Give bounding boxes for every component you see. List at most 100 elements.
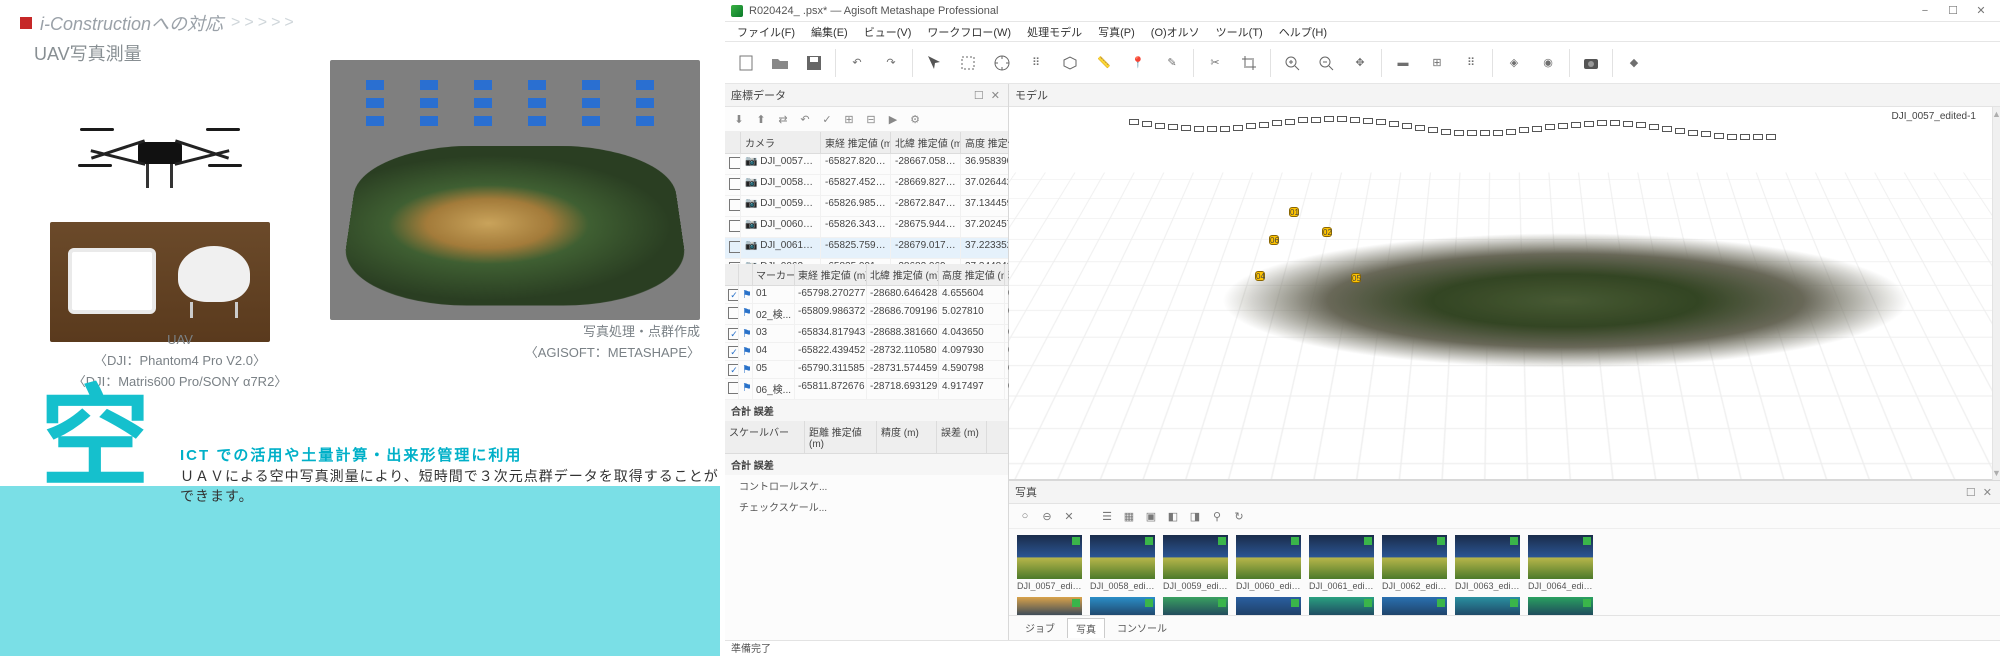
photos-disable-button[interactable]: ✕ xyxy=(1061,508,1077,524)
photos-popout-button[interactable]: ☐ xyxy=(1966,487,1978,499)
menu-ファイル(F)[interactable]: ファイル(F) xyxy=(731,22,801,42)
photos-filter-button[interactable]: ⚲ xyxy=(1209,508,1225,524)
photo-thumbnail[interactable]: DJI_0064_edited-1 xyxy=(1528,535,1593,591)
menu-ツール(T)[interactable]: ツール(T) xyxy=(1210,22,1269,42)
marker-row[interactable]: ⚑02_検...-65809.986372-28686.7091965.0278… xyxy=(725,304,1008,325)
photo-thumbnail[interactable]: DJI_0061_edited-1 xyxy=(1309,535,1374,591)
photo-thumbnail[interactable] xyxy=(1382,597,1447,615)
show-markers-button[interactable]: ◉ xyxy=(1533,48,1563,78)
photos-add-button[interactable]: ○ xyxy=(1017,508,1033,524)
photos-large-button[interactable]: ▣ xyxy=(1143,508,1159,524)
photo-thumbnail[interactable]: DJI_0060_edited-1 xyxy=(1236,535,1301,591)
photos-mask-button[interactable]: ◧ xyxy=(1165,508,1181,524)
tab-photos[interactable]: 写真 xyxy=(1067,618,1105,638)
menu-写真(P)[interactable]: 写真(P) xyxy=(1092,22,1141,42)
view-est-button[interactable]: ⊞ xyxy=(841,111,857,127)
export-ref-button[interactable]: ⬆ xyxy=(753,111,769,127)
convert-button[interactable]: ⇄ xyxy=(775,111,791,127)
pan-tool[interactable]: ✥ xyxy=(1345,48,1375,78)
save-button[interactable] xyxy=(799,48,829,78)
menu-(O)オルソ[interactable]: (O)オルソ xyxy=(1145,22,1206,42)
marker-tool[interactable]: 📍 xyxy=(1123,48,1153,78)
control-scale-row[interactable]: コントロールスケ... xyxy=(725,475,1008,496)
photo-thumbnail[interactable] xyxy=(1163,597,1228,615)
menu-ビュー(V)[interactable]: ビュー(V) xyxy=(858,22,918,42)
minimize-button[interactable]: − xyxy=(1912,3,1938,19)
photo-thumbnail[interactable] xyxy=(1090,597,1155,615)
view-wireframe-button[interactable]: ⊞ xyxy=(1422,48,1452,78)
photo-thumbnail[interactable] xyxy=(1309,597,1374,615)
photo-thumbnail[interactable]: DJI_0063_edited-1 xyxy=(1455,535,1520,591)
crop-tool[interactable] xyxy=(1234,48,1264,78)
marker-row[interactable]: ✓⚑03-65834.817943-28688.3816604.0436500.… xyxy=(725,325,1008,343)
viewport-scrollbar[interactable]: ▲▼ xyxy=(1992,107,2000,480)
photo-thumbnail[interactable]: DJI_0062_edited-1 xyxy=(1382,535,1447,591)
cut-tool[interactable]: ✂ xyxy=(1200,48,1230,78)
camera-row[interactable]: 📷 DJI_0057_edite...-65827.820127-28667.0… xyxy=(725,154,1008,175)
photos-remove-button[interactable]: ⊖ xyxy=(1039,508,1055,524)
navigation-tool[interactable] xyxy=(987,48,1017,78)
photo-thumbnail[interactable] xyxy=(1528,597,1593,615)
menu-ワークフロー(W)[interactable]: ワークフロー(W) xyxy=(921,22,1017,42)
tab-jobs[interactable]: ジョブ xyxy=(1017,618,1063,638)
redo-button[interactable]: ↷ xyxy=(876,48,906,78)
photo-thumbnail[interactable] xyxy=(1455,597,1520,615)
undo-button[interactable]: ↶ xyxy=(842,48,872,78)
marker-06[interactable]: 06 xyxy=(1269,235,1279,245)
ref-undo-button[interactable]: ↶ xyxy=(797,111,813,127)
photo-thumbnail[interactable]: DJI_0057_edited-1 xyxy=(1017,535,1082,591)
photos-close-button[interactable]: ✕ xyxy=(1983,487,1994,499)
close-button[interactable]: ✕ xyxy=(1968,3,1994,19)
camera-row[interactable]: 📷 DJI_0060_edite...-65826.343194-28675.9… xyxy=(725,217,1008,238)
ref-play-button[interactable]: ▶ xyxy=(885,111,901,127)
camera-row[interactable]: 📷 DJI_0059_edite...-65826.985010-28672.8… xyxy=(725,196,1008,217)
photos-reset-button[interactable]: ↻ xyxy=(1231,508,1247,524)
dense-cloud-tool[interactable]: ⠿ xyxy=(1021,48,1051,78)
camera-row[interactable]: 📷 DJI_0061_edite...-65825.759372-28679.0… xyxy=(725,238,1008,259)
photos-depth-button[interactable]: ◨ xyxy=(1187,508,1203,524)
marker-04[interactable]: 04 xyxy=(1255,271,1265,281)
import-ref-button[interactable]: ⬇ xyxy=(731,111,747,127)
view-solid-button[interactable]: ▬ xyxy=(1388,48,1418,78)
maximize-button[interactable]: ☐ xyxy=(1940,3,1966,19)
menu-処理モデル[interactable]: 処理モデル xyxy=(1021,22,1088,42)
marker-row[interactable]: ✓⚑05-65790.311585-28731.5744594.5907980.… xyxy=(725,361,1008,379)
photo-thumbnail[interactable] xyxy=(1017,597,1082,615)
tab-console[interactable]: コンソール xyxy=(1109,618,1175,638)
marker-row[interactable]: ✓⚑04-65822.439452-28732.1105804.0979300.… xyxy=(725,343,1008,361)
tiles-button[interactable]: ◆ xyxy=(1619,48,1649,78)
photos-small-button[interactable]: ▦ xyxy=(1121,508,1137,524)
panel-close-button[interactable]: ✕ xyxy=(991,90,1002,102)
ref-config-button[interactable]: ⚙ xyxy=(907,111,923,127)
photo-thumbnail[interactable] xyxy=(1236,597,1301,615)
show-cameras-button[interactable]: ◈ xyxy=(1499,48,1529,78)
bbox-tool[interactable] xyxy=(1055,48,1085,78)
window-titlebar[interactable]: R020424_ .psx* — Agisoft Metashape Profe… xyxy=(725,0,2000,22)
zoom-out-button[interactable] xyxy=(1311,48,1341,78)
new-button[interactable] xyxy=(731,48,761,78)
view-points-button[interactable]: ⠿ xyxy=(1456,48,1486,78)
open-button[interactable] xyxy=(765,48,795,78)
view-src-button[interactable]: ⊟ xyxy=(863,111,879,127)
marker-01[interactable]: 01 xyxy=(1289,207,1299,217)
panel-popout-button[interactable]: ☐ xyxy=(974,90,986,102)
rect-select-tool[interactable] xyxy=(953,48,983,78)
model-viewport[interactable]: 01 06 02 04 05 DJI_0057_edited-1 xyxy=(1009,107,1992,480)
menu-ヘルプ(H)[interactable]: ヘルプ(H) xyxy=(1273,22,1333,42)
camera-row[interactable]: 📷 DJI_0058_edite...-65827.452906-28669.8… xyxy=(725,175,1008,196)
marker-row[interactable]: ⚑06_検...-65811.872676-28718.6931294.9174… xyxy=(725,379,1008,400)
draw-tool[interactable]: ✎ xyxy=(1157,48,1187,78)
marker-row[interactable]: ✓⚑01-65798.270277-28680.6464284.6556040.… xyxy=(725,286,1008,304)
marker-02[interactable]: 02 xyxy=(1322,227,1332,237)
photo-thumbnail[interactable]: DJI_0059_edited-1 xyxy=(1163,535,1228,591)
capture-button[interactable] xyxy=(1576,48,1606,78)
zoom-in-button[interactable] xyxy=(1277,48,1307,78)
photos-details-button[interactable]: ☰ xyxy=(1099,508,1115,524)
photo-thumbnail[interactable]: DJI_0058_edited-1 xyxy=(1090,535,1155,591)
check-scale-row[interactable]: チェックスケール... xyxy=(725,496,1008,517)
settings-button[interactable]: ✓ xyxy=(819,111,835,127)
menu-編集(E)[interactable]: 編集(E) xyxy=(805,22,854,42)
marker-05[interactable]: 05 xyxy=(1351,273,1361,283)
ruler-tool[interactable]: 📏 xyxy=(1089,48,1119,78)
pointer-tool[interactable] xyxy=(919,48,949,78)
